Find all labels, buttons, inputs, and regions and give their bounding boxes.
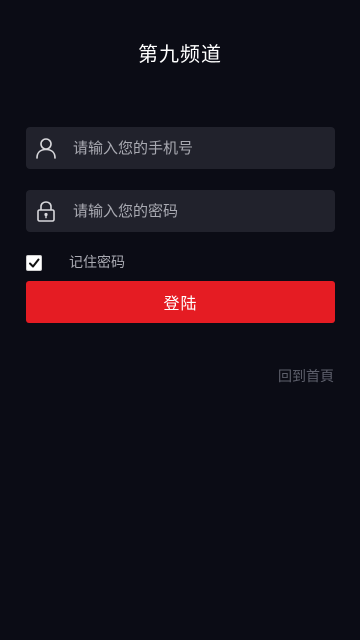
password-field[interactable]: [26, 190, 335, 232]
password-input[interactable]: [73, 190, 335, 232]
lock-icon: [35, 200, 57, 222]
remember-label: 记住密码: [69, 255, 125, 271]
user-icon: [35, 137, 57, 159]
back-to-home-link[interactable]: 回到首頁: [278, 366, 334, 386]
page-title: 第九频道: [138, 42, 222, 66]
phone-field[interactable]: [26, 127, 335, 169]
remember-checkbox[interactable]: [26, 255, 42, 271]
login-button[interactable]: 登陆: [26, 281, 335, 323]
phone-input[interactable]: [73, 127, 335, 169]
remember-password: 记住密码: [26, 252, 125, 272]
checkmark-icon: [29, 258, 40, 268]
login-screen: 第九频道 记住密码 登陆 回到首頁: [0, 0, 360, 640]
